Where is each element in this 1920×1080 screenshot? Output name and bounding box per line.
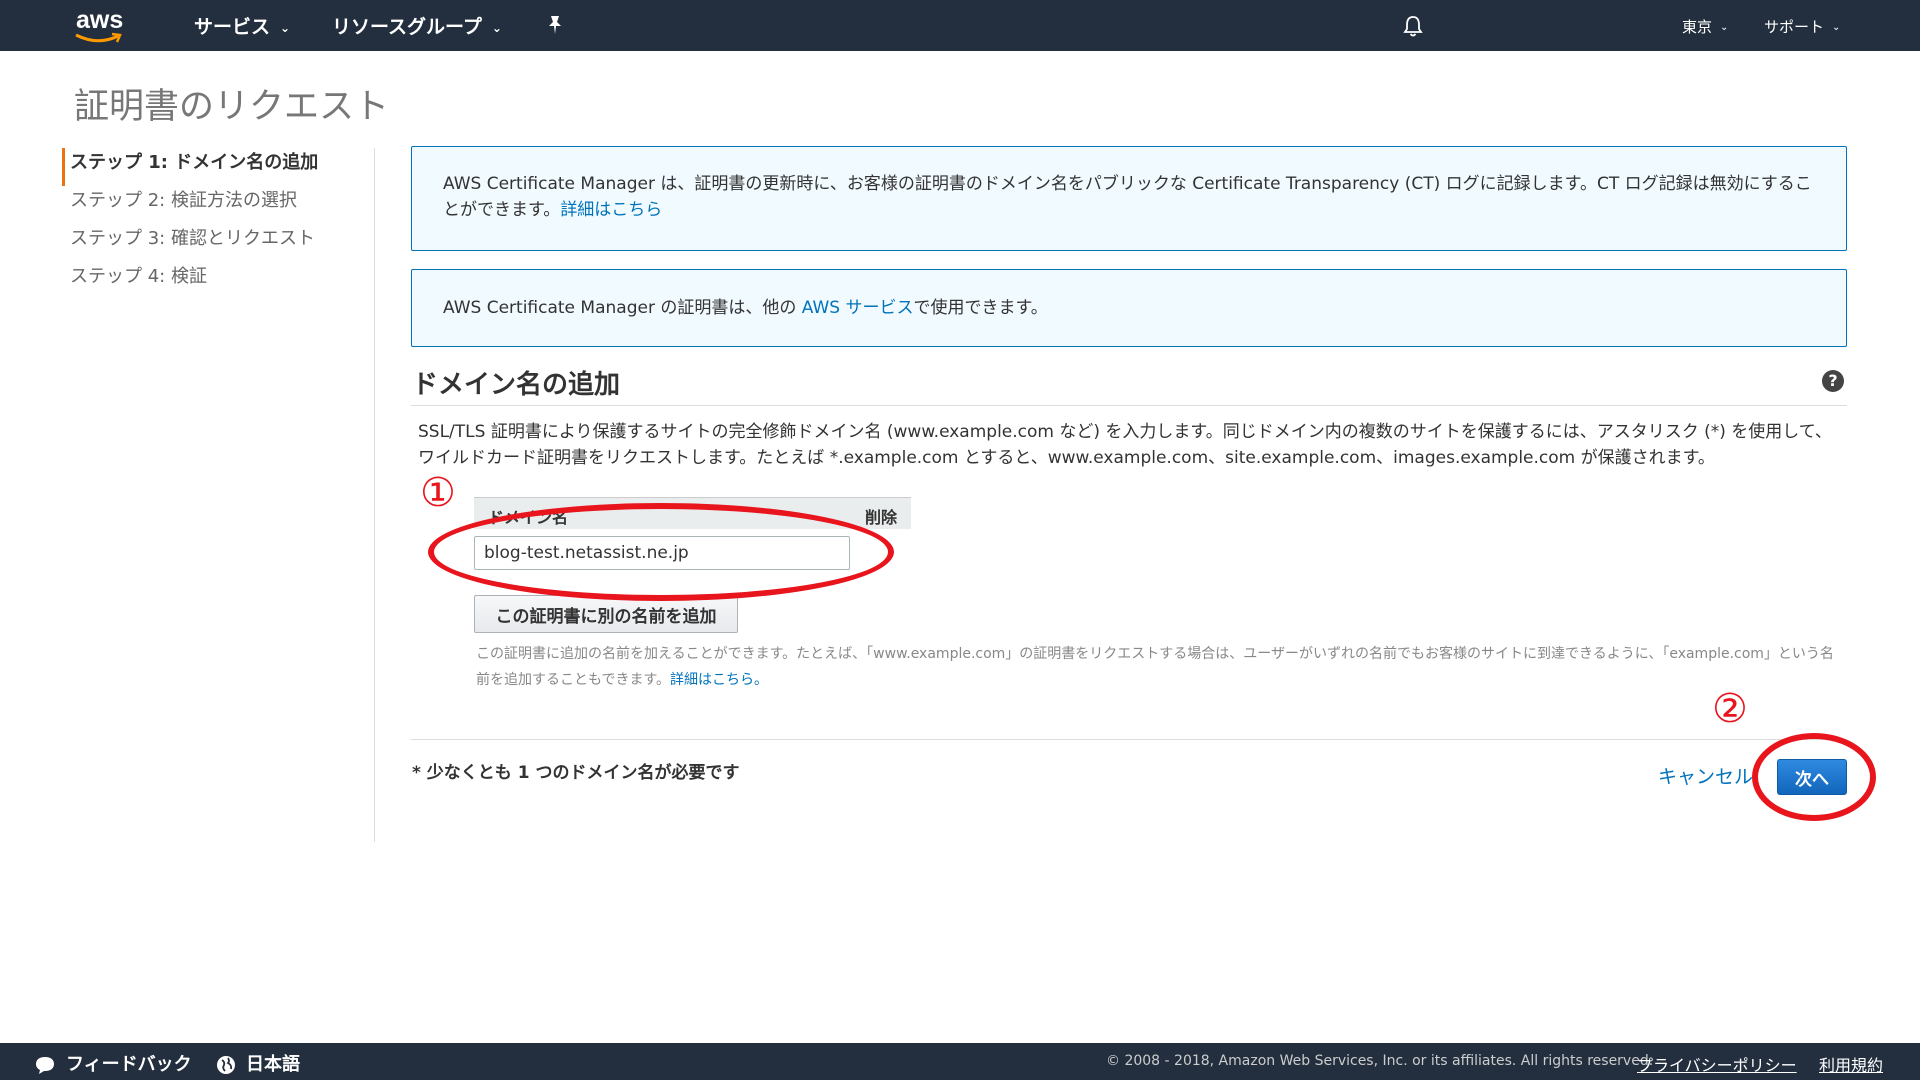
feedback-label: フィードバック bbox=[66, 1054, 192, 1075]
cancel-link[interactable]: キャンセル bbox=[1658, 762, 1753, 789]
domain-name-input[interactable] bbox=[474, 536, 850, 570]
chevron-down-icon: ⌄ bbox=[491, 20, 502, 35]
chevron-down-icon: ⌄ bbox=[1720, 22, 1729, 33]
aws-smile-icon bbox=[75, 32, 122, 43]
privacy-policy-link[interactable]: プライバシーポリシー bbox=[1637, 1052, 1797, 1076]
language-label: 日本語 bbox=[246, 1054, 300, 1075]
aws-logo-text: aws bbox=[76, 6, 124, 34]
sidebar-divider bbox=[374, 148, 375, 842]
step-4-validation: ステップ 4: 検証 bbox=[70, 266, 207, 287]
required-domain-note: * 少なくとも 1 つのドメイン名が必要です bbox=[412, 763, 740, 783]
ct-logging-info-box: AWS Certificate Manager は、証明書の更新時に、お客様の証… bbox=[411, 146, 1847, 251]
next-button[interactable]: 次へ bbox=[1777, 759, 1847, 795]
help-icon[interactable]: ? bbox=[1822, 370, 1844, 392]
top-navigation-bar: aws サービス ⌄ リソースグループ ⌄ 東京 ⌄ サポート ⌄ bbox=[0, 0, 1920, 51]
wizard-steps: ステップ 1: ドメイン名の追加 ステップ 2: 検証方法の選択 ステップ 3:… bbox=[62, 148, 362, 300]
region-menu[interactable]: 東京 ⌄ bbox=[1682, 16, 1728, 37]
add-another-name-button[interactable]: この証明書に別の名前を追加 bbox=[474, 595, 738, 633]
pin-icon[interactable] bbox=[546, 14, 564, 36]
services-menu[interactable]: サービス ⌄ bbox=[194, 12, 290, 39]
chevron-down-icon: ⌄ bbox=[1832, 22, 1841, 33]
services-menu-label: サービス bbox=[194, 16, 271, 38]
globe-icon bbox=[217, 1056, 235, 1074]
aws-services-info-text-after: で使用できます。 bbox=[913, 298, 1048, 318]
chevron-down-icon: ⌄ bbox=[280, 20, 291, 35]
aws-services-link[interactable]: AWS サービス bbox=[802, 298, 914, 318]
aws-services-info-box: AWS Certificate Manager の証明書は、他の AWS サービ… bbox=[411, 269, 1847, 347]
resource-groups-menu[interactable]: リソースグループ ⌄ bbox=[332, 12, 502, 39]
step-3-review-request: ステップ 3: 確認とリクエスト bbox=[70, 228, 315, 249]
support-menu-label: サポート bbox=[1764, 18, 1825, 36]
hint-learn-more-link[interactable]: 詳細はこちら。 bbox=[670, 672, 768, 688]
section-description: SSL/TLS 証明書により保護するサイトの完全修飾ドメイン名 (www.exa… bbox=[418, 422, 1832, 468]
chat-icon bbox=[36, 1057, 54, 1074]
section-title: ドメイン名の追加 bbox=[412, 370, 621, 400]
support-menu[interactable]: サポート ⌄ bbox=[1764, 16, 1840, 37]
add-name-hint: この証明書に追加の名前を加えることができます。たとえば、「www.example… bbox=[476, 641, 1836, 693]
actions-divider bbox=[411, 739, 1847, 740]
aws-logo[interactable]: aws bbox=[72, 6, 132, 46]
bottom-bar: フィードバック 日本語 © 2008 - 2018, Amazon Web Se… bbox=[0, 1043, 1920, 1080]
annotation-number-1: ① bbox=[420, 470, 456, 516]
page-title: 証明書のリクエスト bbox=[74, 87, 390, 127]
aws-services-info-text-before: AWS Certificate Manager の証明書は、他の bbox=[443, 298, 802, 318]
step-1-add-domain: ステップ 1: ドメイン名の追加 bbox=[62, 148, 362, 186]
language-selector[interactable]: 日本語 bbox=[216, 1050, 300, 1076]
resource-groups-menu-label: リソースグループ bbox=[332, 16, 482, 38]
domain-name-column-header: ドメイン名 bbox=[488, 508, 569, 527]
region-menu-label: 東京 bbox=[1682, 18, 1713, 36]
bell-icon[interactable] bbox=[1402, 14, 1424, 38]
annotation-number-2: ② bbox=[1712, 686, 1748, 732]
feedback-button[interactable]: フィードバック bbox=[34, 1050, 192, 1076]
section-divider bbox=[411, 405, 1847, 406]
delete-column-header: 削除 bbox=[864, 508, 897, 527]
domain-table-header: ドメイン名 削除 bbox=[474, 497, 911, 529]
copyright-text: © 2008 - 2018, Amazon Web Services, Inc.… bbox=[1106, 1053, 1654, 1069]
terms-of-use-link[interactable]: 利用規約 bbox=[1819, 1052, 1883, 1076]
step-2-validation-method: ステップ 2: 検証方法の選択 bbox=[70, 190, 297, 211]
learn-more-link[interactable]: 詳細はこちら bbox=[560, 200, 662, 220]
